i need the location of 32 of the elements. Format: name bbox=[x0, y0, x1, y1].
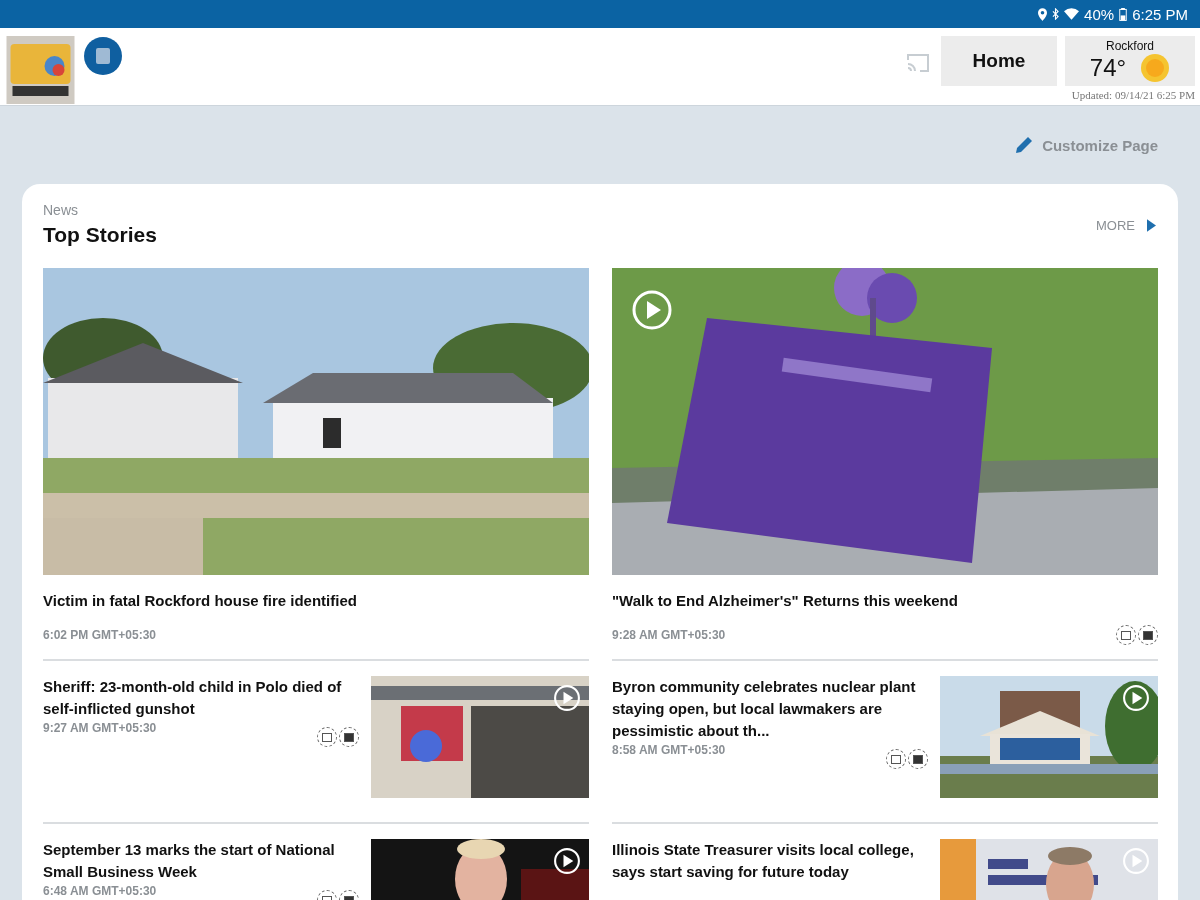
home-button[interactable]: Home bbox=[941, 36, 1057, 86]
pencil-icon[interactable] bbox=[1014, 135, 1035, 155]
station-logo[interactable] bbox=[6, 36, 75, 104]
story-title[interactable]: "Walk to End Alzheimer's" Returns this weekend bbox=[612, 592, 1158, 609]
section-category: News bbox=[43, 202, 79, 218]
updated-time: Updated: 09/14/21 6:25 PM bbox=[1071, 89, 1195, 101]
play-icon[interactable] bbox=[553, 847, 581, 875]
sun-icon bbox=[1140, 53, 1171, 83]
menu-button[interactable] bbox=[84, 37, 122, 75]
bluetooth-icon bbox=[1052, 8, 1060, 20]
story-time: 6:02 PM GMT+05:30 bbox=[43, 628, 157, 642]
play-icon[interactable] bbox=[553, 684, 581, 712]
clock: 6:25 PM bbox=[1132, 5, 1188, 23]
temperature: 74° bbox=[1089, 54, 1127, 82]
story-title[interactable]: Byron community celebrates nuclear plant staying open, but local lawmakers are pessimistic about th... bbox=[612, 676, 930, 742]
story-time: 6:48 AM GMT+05:30 bbox=[43, 884, 157, 898]
story-title[interactable]: Illinois State Treasurer visits local college, says start saving for future today bbox=[612, 839, 930, 883]
battery-icon bbox=[1119, 7, 1128, 21]
story-time: 8:58 AM GMT+05:30 bbox=[612, 743, 726, 757]
location-icon bbox=[1038, 7, 1048, 21]
play-icon[interactable] bbox=[1122, 684, 1150, 712]
wifi-icon bbox=[1064, 8, 1080, 20]
section-title: Top Stories bbox=[43, 223, 157, 247]
story-title[interactable]: September 13 marks the start of National Small Business Week bbox=[43, 839, 361, 883]
weather-widget[interactable]: Rockford 74° bbox=[1065, 36, 1195, 86]
story-time: 9:27 AM GMT+05:30 bbox=[43, 721, 157, 735]
weather-city: Rockford bbox=[1106, 39, 1154, 53]
story-time: 9:28 AM GMT+05:30 bbox=[612, 628, 726, 642]
story-title[interactable]: Sheriff: 23-month-old child in Polo died of self-inflicted gunshot bbox=[43, 676, 361, 720]
caret-icon[interactable] bbox=[1147, 219, 1156, 232]
battery-percent: 40% bbox=[1084, 5, 1115, 23]
story-title[interactable]: Victim in fatal Rockford house fire identified bbox=[43, 592, 589, 609]
